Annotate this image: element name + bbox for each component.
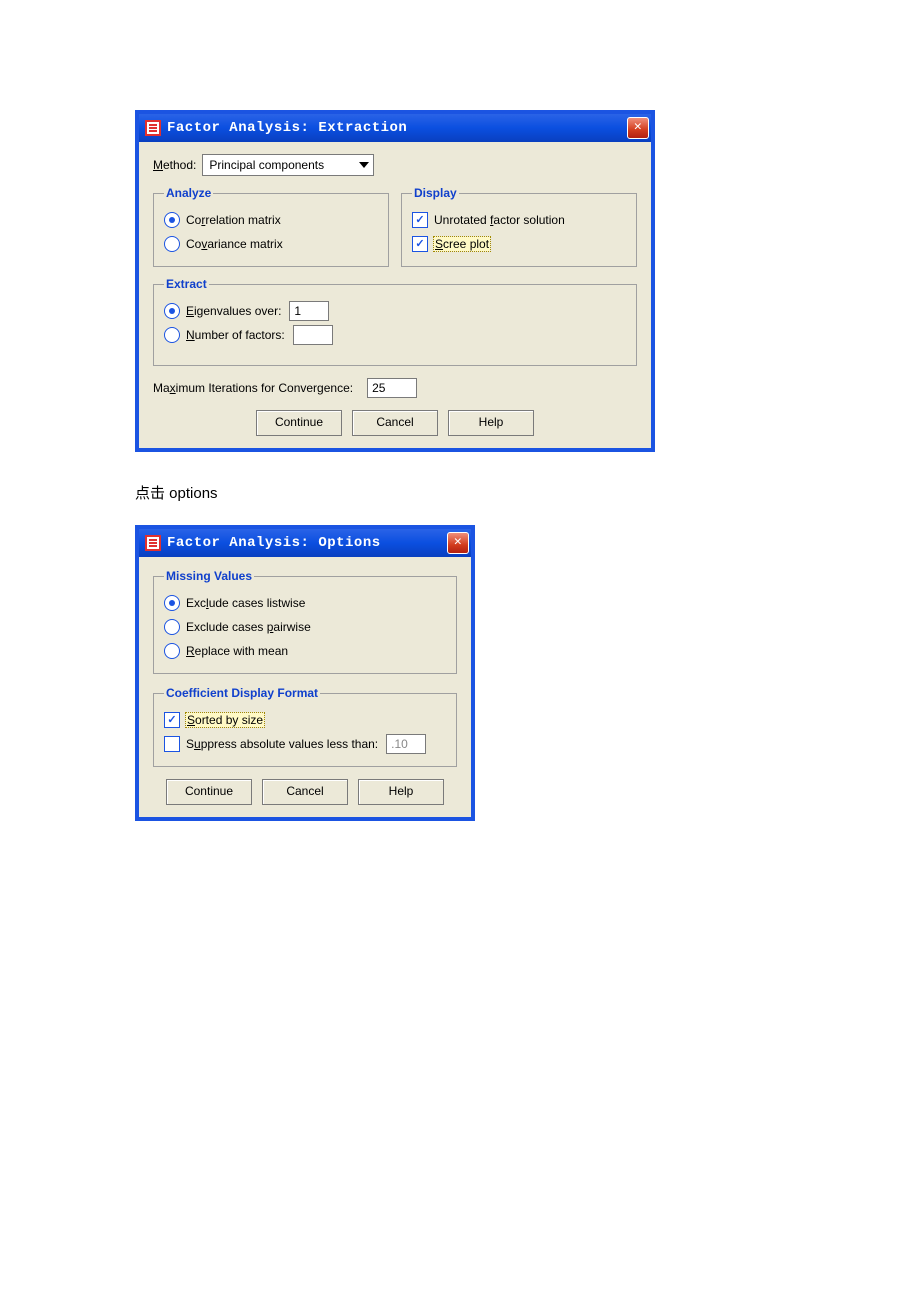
display-legend: Display — [412, 186, 459, 200]
input-suppress-value[interactable] — [386, 734, 426, 754]
input-eigenvalues-over[interactable] — [289, 301, 329, 321]
radio-exclude-pairwise[interactable] — [164, 619, 180, 635]
label-replace-mean[interactable]: Replace with mean — [186, 644, 288, 658]
radio-number-of-factors[interactable] — [164, 327, 180, 343]
label-max-iterations: Maximum Iterations for Convergence: — [153, 381, 353, 395]
check-sorted-by-size[interactable] — [164, 712, 180, 728]
cancel-button[interactable]: Cancel — [352, 410, 438, 436]
close-button[interactable]: ✕ — [627, 117, 649, 139]
label-exclude-listwise[interactable]: Exclude cases listwise — [186, 596, 305, 610]
app-icon — [145, 120, 161, 136]
label-eigenvalues-over[interactable]: Eigenvalues over: — [186, 304, 281, 318]
label-number-of-factors[interactable]: Number of factors: — [186, 328, 285, 342]
cancel-button[interactable]: Cancel — [262, 779, 348, 805]
analyze-legend: Analyze — [164, 186, 213, 200]
check-scree-plot[interactable] — [412, 236, 428, 252]
radio-replace-mean[interactable] — [164, 643, 180, 659]
check-unrotated[interactable] — [412, 212, 428, 228]
label-exclude-pairwise[interactable]: Exclude cases pairwise — [186, 620, 311, 634]
coefficient-format-group: Coefficient Display Format Sorted by siz… — [153, 686, 457, 767]
method-label: Method: — [153, 158, 196, 172]
label-correlation-matrix[interactable]: Correlation matrix — [186, 213, 281, 227]
app-icon — [145, 535, 161, 551]
radio-covariance-matrix[interactable] — [164, 236, 180, 252]
radio-correlation-matrix[interactable] — [164, 212, 180, 228]
label-sorted-by-size[interactable]: Sorted by size — [186, 713, 264, 727]
label-scree-plot[interactable]: Scree plot — [434, 237, 490, 251]
radio-exclude-listwise[interactable] — [164, 595, 180, 611]
method-select[interactable]: Principal components — [202, 154, 374, 176]
options-dialog: Factor Analysis: Options ✕ Missing Value… — [135, 525, 475, 821]
extract-legend: Extract — [164, 277, 209, 291]
missing-values-group: Missing Values Exclude cases listwise Ex… — [153, 569, 457, 674]
input-max-iterations[interactable] — [367, 378, 417, 398]
label-covariance-matrix[interactable]: Covariance matrix — [186, 237, 283, 251]
help-button[interactable]: Help — [358, 779, 444, 805]
title-bar: Factor Analysis: Extraction ✕ — [139, 114, 651, 142]
method-value: Principal components — [209, 158, 324, 172]
analyze-group: Analyze Correlation matrix Covariance ma… — [153, 186, 389, 267]
input-number-of-factors[interactable] — [293, 325, 333, 345]
continue-button[interactable]: Continue — [166, 779, 252, 805]
close-button[interactable]: ✕ — [447, 532, 469, 554]
coefficient-format-legend: Coefficient Display Format — [164, 686, 320, 700]
extract-group: Extract Eigenvalues over: Number of fact… — [153, 277, 637, 366]
title-bar: Factor Analysis: Options ✕ — [139, 529, 471, 557]
missing-values-legend: Missing Values — [164, 569, 254, 583]
instruction-text: 点击 options — [135, 482, 920, 503]
continue-button[interactable]: Continue — [256, 410, 342, 436]
dialog-title: Factor Analysis: Extraction — [167, 120, 627, 136]
radio-eigenvalues-over[interactable] — [164, 303, 180, 319]
check-suppress[interactable] — [164, 736, 180, 752]
display-group: Display Unrotated factor solution Scree … — [401, 186, 637, 267]
dialog-title: Factor Analysis: Options — [167, 535, 447, 551]
label-suppress[interactable]: Suppress absolute values less than: — [186, 737, 378, 751]
chevron-down-icon — [359, 162, 369, 168]
extraction-dialog: Factor Analysis: Extraction ✕ Method: Pr… — [135, 110, 655, 452]
help-button[interactable]: Help — [448, 410, 534, 436]
label-unrotated[interactable]: Unrotated factor solution — [434, 213, 565, 227]
